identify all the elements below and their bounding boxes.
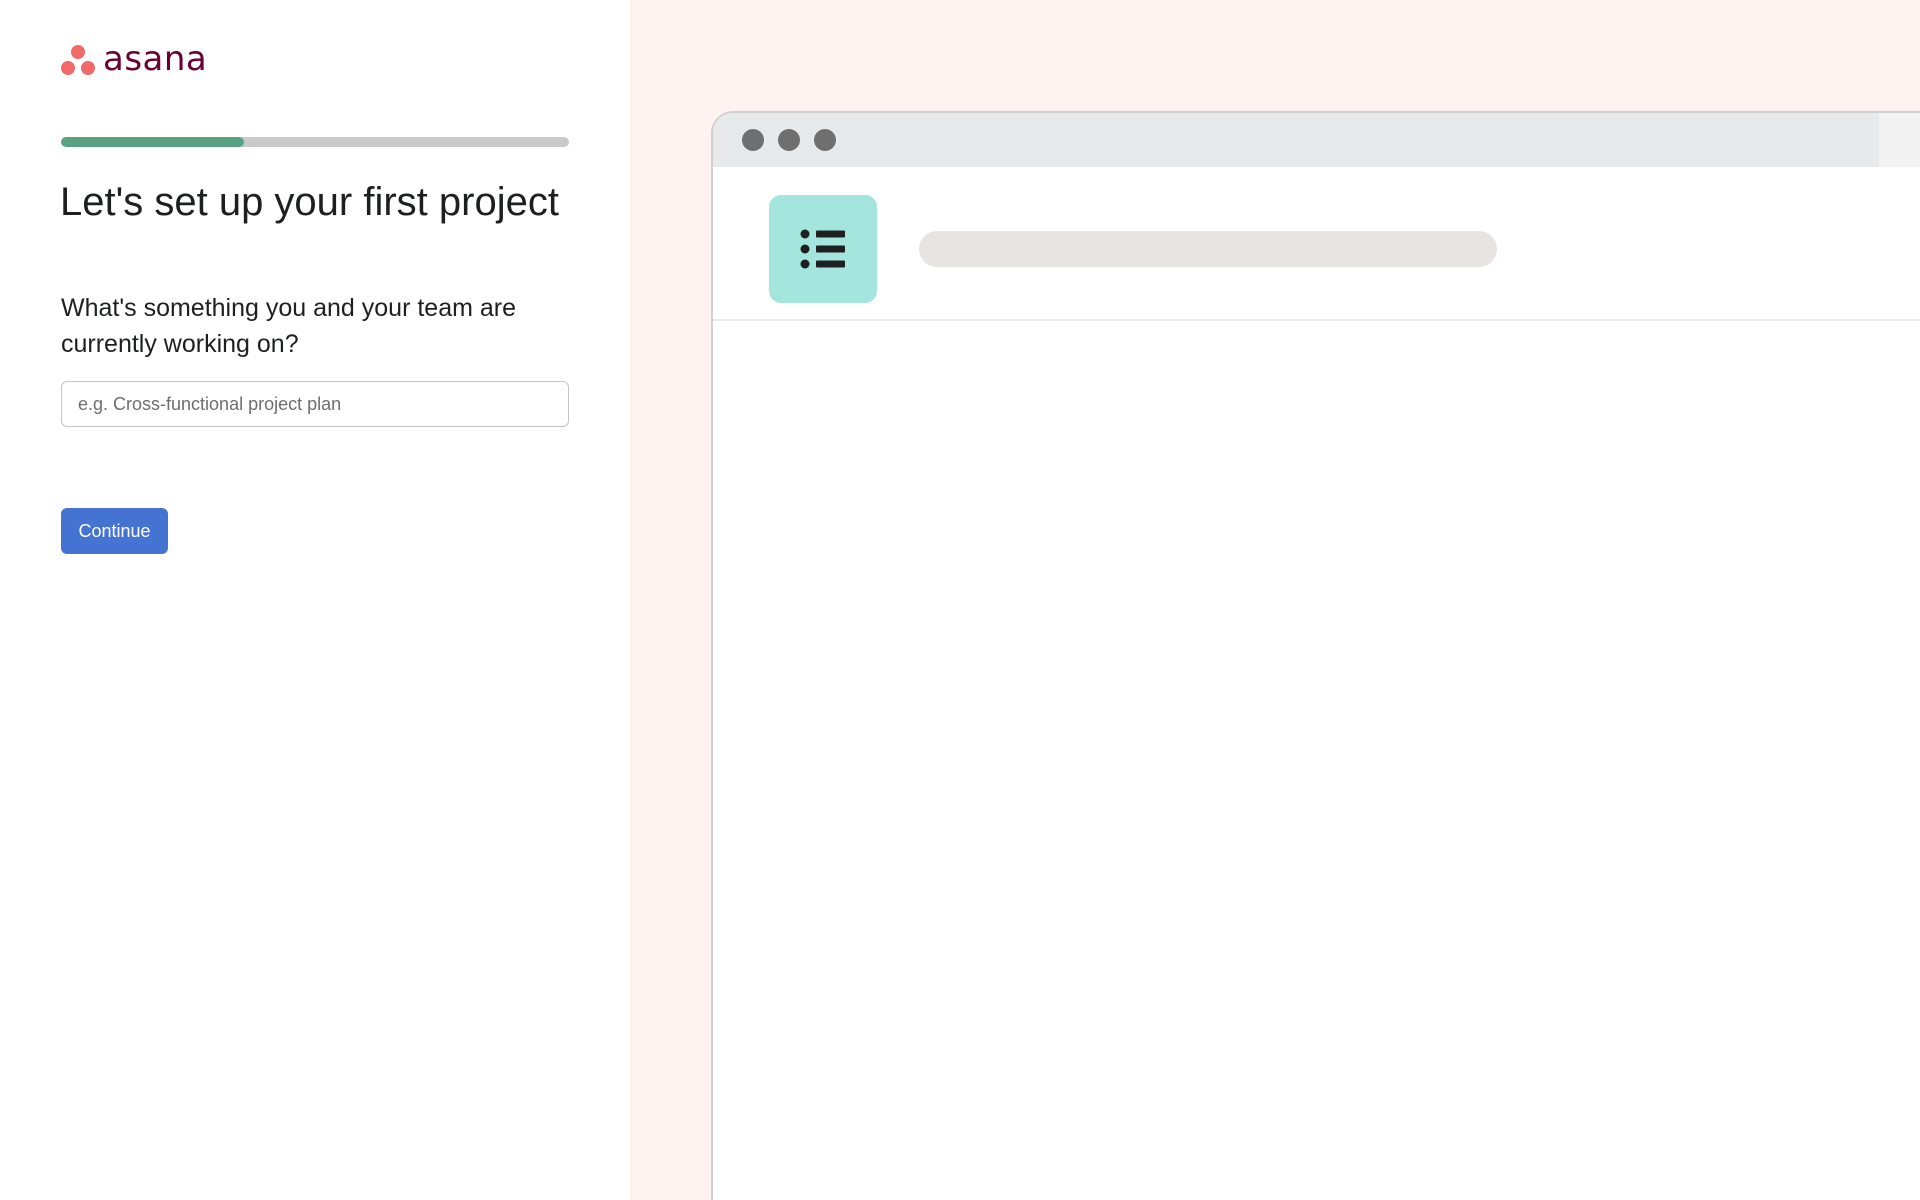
- continue-button[interactable]: Continue: [61, 508, 168, 554]
- project-name-question: What's something you and your team are c…: [61, 294, 517, 358]
- browser-window-mockup: [711, 111, 1920, 1200]
- onboarding-progress-bar: [61, 137, 569, 147]
- window-close-dot-icon: [742, 129, 764, 151]
- asana-logo: asana: [61, 39, 208, 79]
- project-title-placeholder: [919, 231, 1497, 267]
- project-preview-header: [713, 167, 1920, 321]
- progress-bar-fill: [61, 137, 244, 147]
- asana-wordmark: asana: [103, 39, 208, 79]
- page-title: Let's set up your first project: [60, 180, 559, 224]
- window-minimize-dot-icon: [778, 129, 800, 151]
- project-preview-panel: [630, 0, 1920, 1200]
- browser-bar-end: [1879, 113, 1920, 167]
- onboarding-page: asana Let's set up your first project Wh…: [0, 0, 1920, 1200]
- list-icon: [800, 229, 845, 269]
- setup-form-panel: asana Let's set up your first project Wh…: [0, 0, 630, 1200]
- browser-title-bar: [713, 113, 1920, 167]
- project-name-input[interactable]: [61, 381, 569, 427]
- project-icon-tile: [769, 195, 877, 303]
- asana-logo-icon: [61, 45, 95, 77]
- window-maximize-dot-icon: [814, 129, 836, 151]
